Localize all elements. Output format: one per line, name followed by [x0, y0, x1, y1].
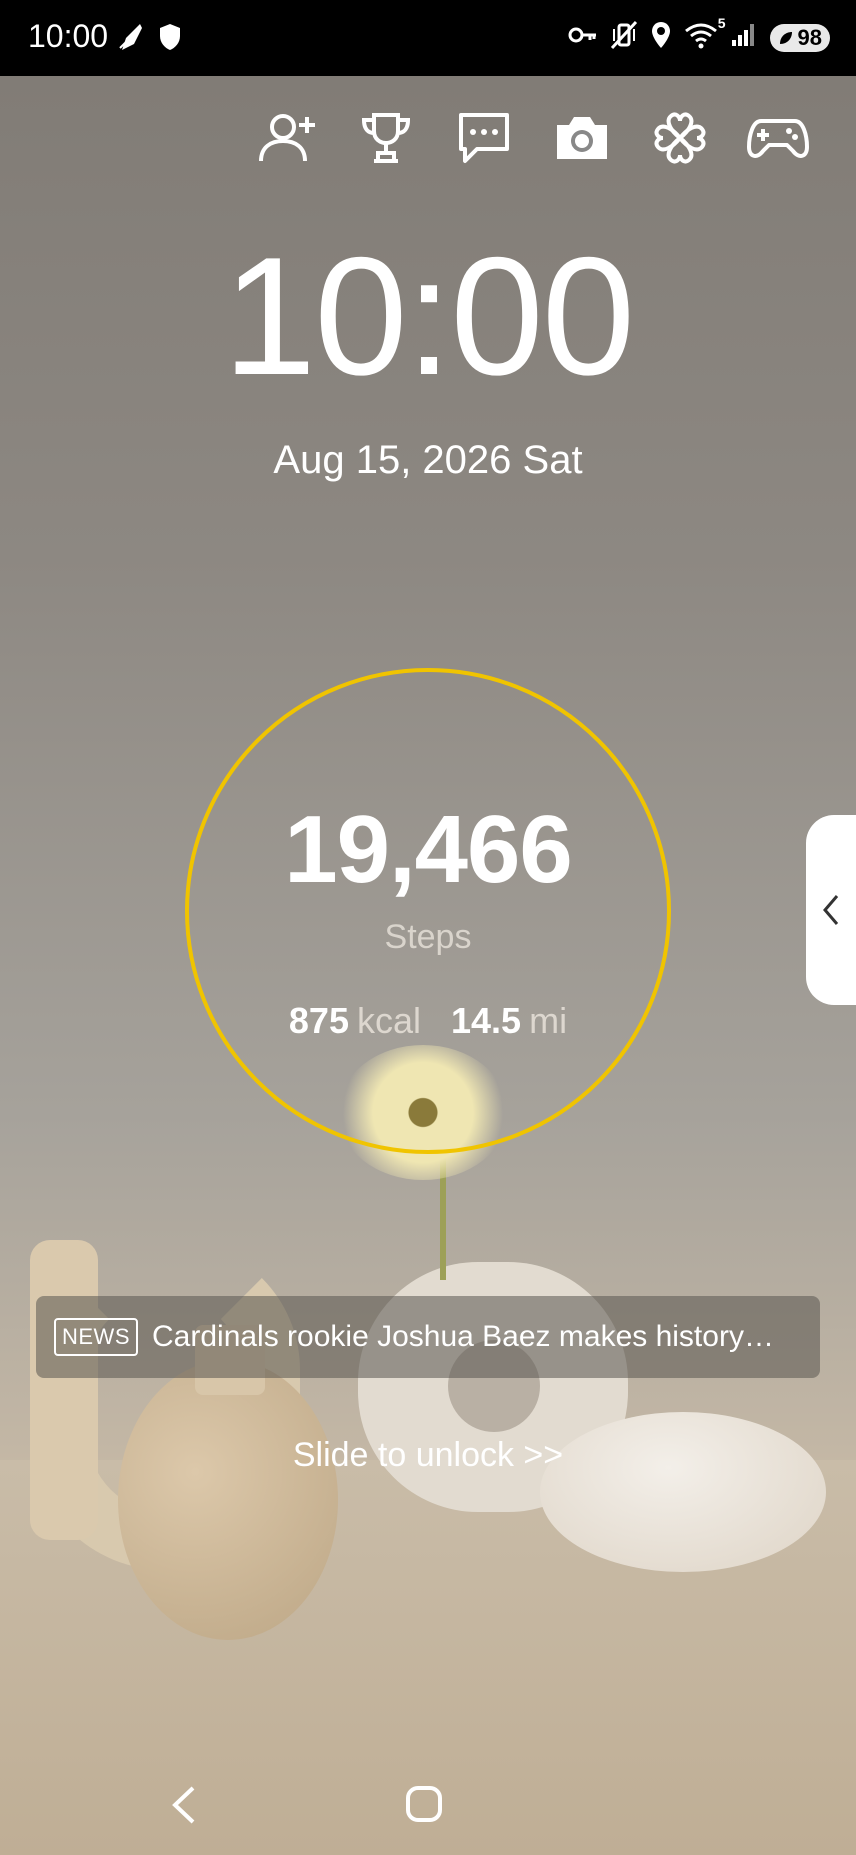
clover-icon[interactable] [648, 108, 712, 168]
key-icon [568, 25, 598, 50]
tall-vase [30, 1240, 98, 1540]
location-icon [650, 20, 672, 55]
lock-clock: 10:00 [222, 222, 635, 410]
camera-icon[interactable] [550, 108, 614, 168]
vibrate-mute-icon [610, 20, 638, 55]
steps-label: Steps [384, 918, 472, 956]
add-person-icon[interactable] [256, 108, 320, 168]
lock-date: Aug 15, 2026 Sat [273, 438, 583, 482]
lock-screen: 10:00 5 98 10:00 Aug 15, 2026 Sat 19,466… [0, 0, 856, 1855]
battery-level: 98 [797, 24, 822, 50]
battery-leaf-icon [779, 31, 792, 44]
gamepad-icon[interactable] [746, 108, 810, 168]
activity-metrics: 875 kcal 14.5 mi [0, 1000, 856, 1042]
round-vase [118, 1360, 338, 1640]
distance-unit: mi [529, 1000, 568, 1041]
steps-count: 19,466 [284, 796, 573, 903]
shortcut-bar [256, 108, 816, 168]
chat-icon[interactable] [452, 108, 516, 168]
shield-icon [158, 22, 182, 57]
slide-to-unlock[interactable]: Slide to unlock >> [0, 1436, 856, 1475]
battery-icon: 98 [769, 23, 830, 52]
status-bar: 10:00 5 98 [0, 0, 856, 76]
signal-icon [730, 22, 758, 53]
wifi-icon: 5 [684, 15, 726, 54]
steps-ring[interactable] [185, 668, 671, 1154]
news-ticker[interactable]: NEWS Cardinals rookie Joshua Baez makes … [36, 1296, 820, 1378]
rocket-icon [118, 22, 144, 57]
back-icon[interactable] [164, 1782, 204, 1828]
news-headline: Cardinals rookie Joshua Baez makes histo… [152, 1320, 774, 1353]
distance-value: 14.5 [451, 1000, 522, 1041]
status-time: 10:00 [28, 18, 109, 54]
news-badge: NEWS [54, 1318, 138, 1356]
chevron-left-icon [823, 895, 839, 925]
home-icon[interactable] [404, 1784, 444, 1824]
calories-value: 875 [288, 1000, 349, 1041]
calories-unit: kcal [356, 1000, 422, 1041]
side-panel-handle[interactable] [806, 815, 856, 1005]
wifi-standard-label: 5 [717, 15, 726, 31]
trophy-icon[interactable] [354, 108, 418, 168]
